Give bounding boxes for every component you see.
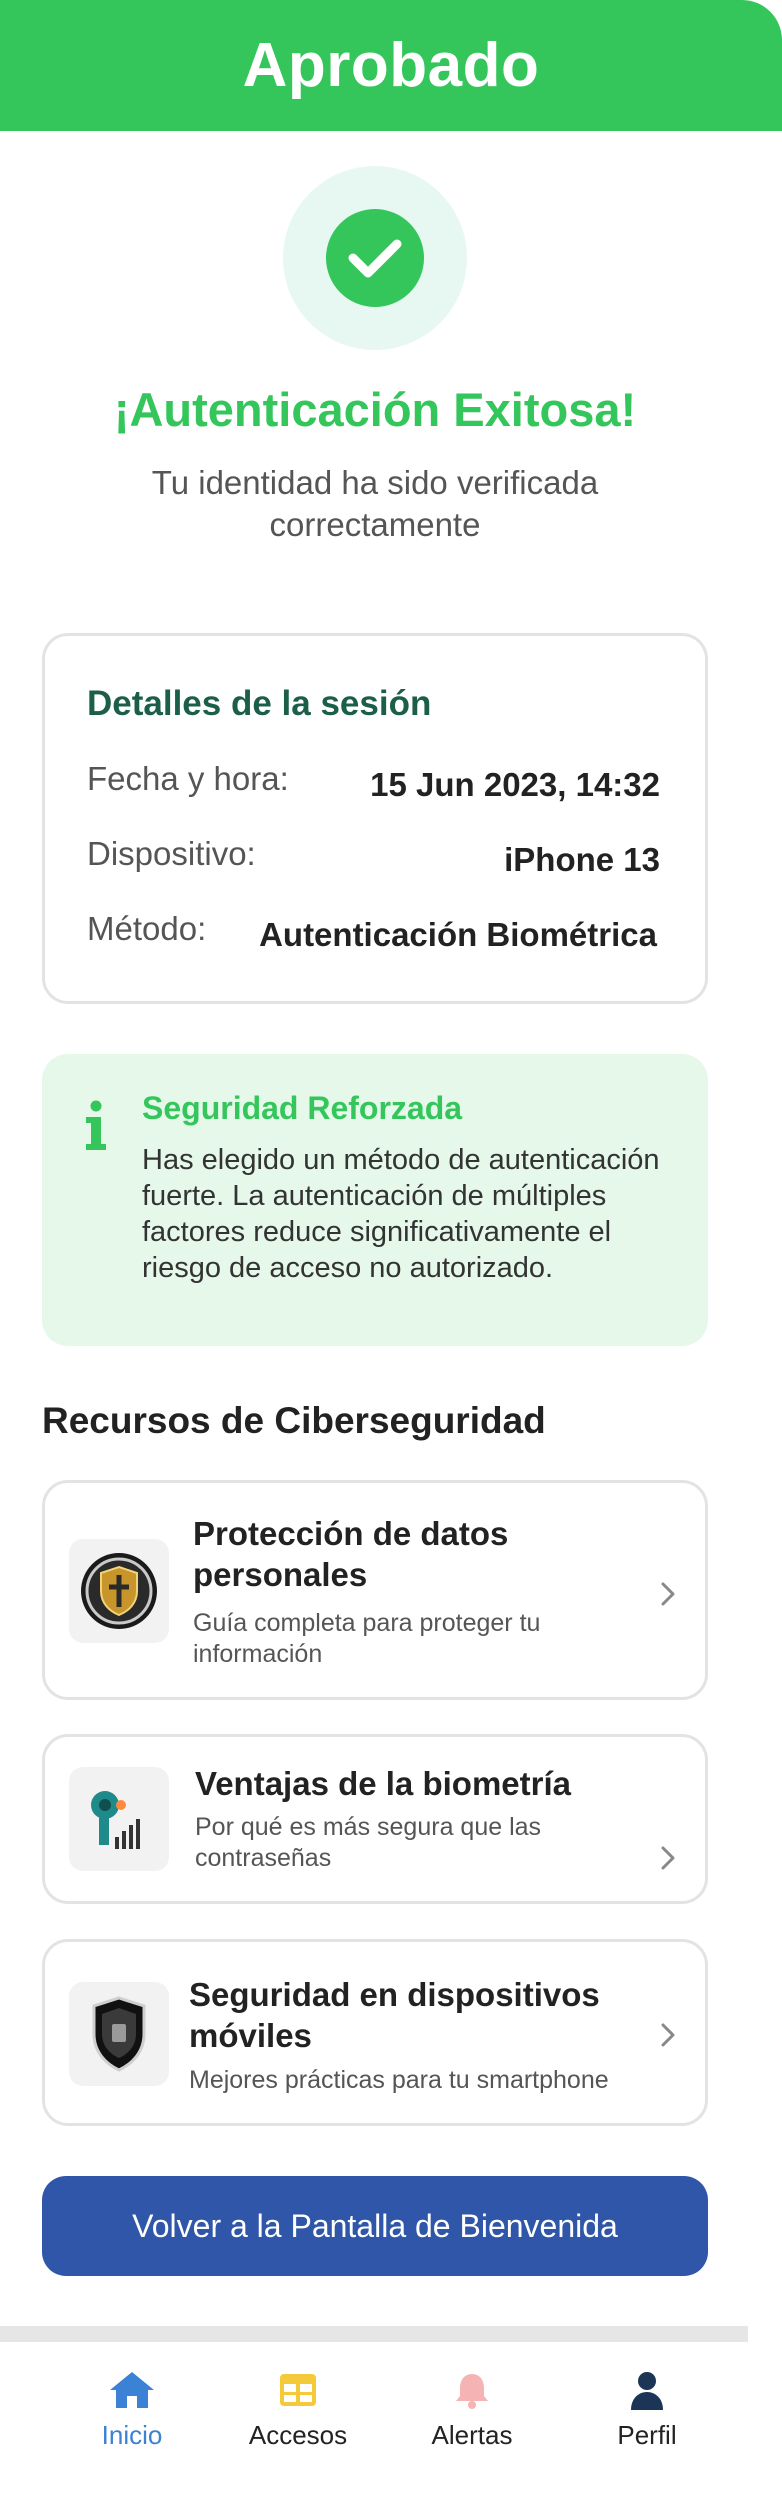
nav-label: Alertas [431, 2420, 513, 2450]
chevron-right-icon [661, 2023, 675, 2047]
resource-card-biometrics[interactable]: Ventajas de la biometría Por qué es más … [42, 1734, 708, 1904]
back-to-welcome-button[interactable]: Volver a la Pantalla de Bienvenida [42, 2176, 708, 2276]
bottom-nav: Inicio Accesos Alertas Perfil [0, 2342, 782, 2505]
resource-desc: Por qué es más segura que las contraseña… [195, 1813, 542, 1872]
user-icon [631, 2372, 663, 2410]
method-value: Autenticación Biométrica [259, 916, 657, 953]
page-title: Aprobado [242, 31, 540, 100]
nav-label: Perfil [617, 2420, 677, 2450]
resource-title: Seguridad en dispositivos móviles [189, 1976, 600, 2054]
shield-emblem-icon [69, 1539, 169, 1643]
bell-icon [456, 2374, 488, 2409]
device-value: iPhone 13 [504, 841, 660, 878]
nav-item-alertas[interactable]: Alertas [402, 2370, 542, 2451]
home-icon [110, 2372, 154, 2408]
date-label: Fecha y hora: [87, 760, 289, 797]
nav-item-inicio[interactable]: Inicio [62, 2370, 202, 2451]
nav-divider [0, 2326, 748, 2342]
session-title: Detalles de la sesión [87, 684, 432, 723]
checkmark-icon [326, 209, 424, 307]
resource-desc: Guía completa para proteger tu informaci… [193, 1609, 541, 1668]
mobile-shield-icon [69, 1982, 169, 2086]
chevron-right-icon [661, 1582, 675, 1606]
session-details-card: Detalles de la sesión Fecha y hora: 15 J… [42, 633, 708, 1004]
app-screen: Aprobado ¡Autenticación Exitosa! Tu iden… [0, 0, 782, 2505]
biometric-scanner-icon [69, 1767, 169, 1871]
success-title: ¡Autenticación Exitosa! [113, 383, 637, 436]
nav-label: Inicio [101, 2420, 163, 2450]
resource-card-mobile-security[interactable]: Seguridad en dispositivos móviles Mejore… [42, 1939, 708, 2126]
resource-title: Ventajas de la biometría [195, 1765, 571, 1802]
info-text: Has elegido un método de autenticación f… [142, 1144, 660, 1284]
resources-title: Recursos de Ciberseguridad [42, 1400, 546, 1441]
nav-item-accesos[interactable]: Accesos [228, 2370, 368, 2451]
success-subtitle: Tu identidad ha sido verificada correcta… [151, 464, 599, 543]
grid-icon [280, 2374, 316, 2406]
security-info-card: Seguridad Reforzada Has elegido un métod… [42, 1054, 708, 1346]
resource-card-data-protection[interactable]: Protección de datos personales Guía comp… [42, 1480, 708, 1700]
resource-title: Protección de datos personales [193, 1515, 509, 1593]
nav-item-perfil[interactable]: Perfil [577, 2370, 717, 2451]
success-badge [283, 166, 467, 350]
chevron-right-icon [661, 1846, 675, 1870]
device-label: Dispositivo: [87, 835, 256, 872]
nav-label: Accesos [248, 2420, 348, 2450]
info-title: Seguridad Reforzada [142, 1090, 463, 1126]
info-icon [86, 1100, 106, 1150]
date-value: 15 Jun 2023, 14:32 [370, 766, 660, 803]
resource-desc: Mejores prácticas para tu smartphone [189, 2066, 609, 2094]
header-bar: Aprobado [0, 0, 782, 131]
method-label: Método: [87, 910, 207, 947]
